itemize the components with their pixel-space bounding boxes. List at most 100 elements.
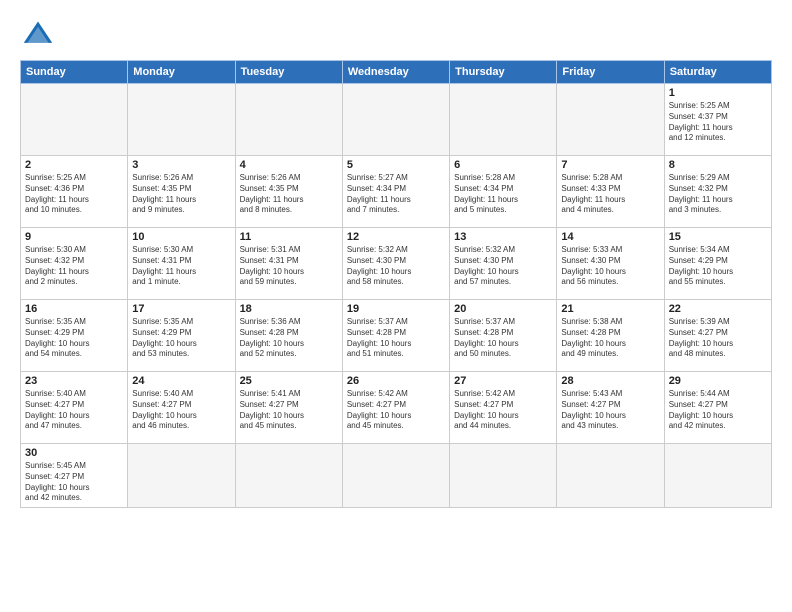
day-number: 16 [25, 303, 123, 315]
day-info: Sunrise: 5:32 AM Sunset: 4:30 PM Dayligh… [347, 245, 445, 288]
calendar-cell: 6Sunrise: 5:28 AM Sunset: 4:34 PM Daylig… [450, 156, 557, 228]
day-number: 20 [454, 303, 552, 315]
calendar-cell: 20 Sunrise: 5:37 AM Sunset: 4:28 PM Dayli… [450, 300, 557, 372]
calendar-cell [342, 84, 449, 156]
day-info: Sunrise: 5:40 AM Sunset: 4:27 PM Dayligh… [25, 389, 123, 432]
logo-icon [22, 18, 54, 50]
calendar-cell: 25 Sunrise: 5:41 AM Sunset: 4:27 PM Dayli… [235, 372, 342, 444]
calendar-cell: 27 Sunrise: 5:42 AM Sunset: 4:27 PM Dayli… [450, 372, 557, 444]
day-info: Sunrise: 5:34 AM Sunset: 4:29 PM Dayligh… [669, 245, 767, 288]
day-number: 11 [240, 231, 338, 243]
day-info: Sunrise: 5:42 AM Sunset: 4:27 PM Dayligh… [347, 389, 445, 432]
day-info: Sunrise: 5:33 AM Sunset: 4:30 PM Dayligh… [561, 245, 659, 288]
day-number: 28 [561, 375, 659, 387]
day-number: 29 [669, 375, 767, 387]
calendar-cell [557, 444, 664, 508]
calendar-cell: 15Sunrise: 5:34 AM Sunset: 4:29 PM Dayli… [664, 228, 771, 300]
calendar-cell: 4 Sunrise: 5:26 AM Sunset: 4:35 PM Daylig… [235, 156, 342, 228]
day-info: Sunrise: 5:25 AM Sunset: 4:36 PM Dayligh… [25, 173, 123, 216]
day-info: Sunrise: 5:43 AM Sunset: 4:27 PM Dayligh… [561, 389, 659, 432]
day-header-wednesday: Wednesday [342, 61, 449, 84]
calendar-cell: 30 Sunrise: 5:45 AM Sunset: 4:27 PM Dayli… [21, 444, 128, 508]
calendar-cell [557, 84, 664, 156]
day-number: 1 [669, 87, 767, 99]
calendar-cell [128, 444, 235, 508]
calendar-cell: 14 Sunrise: 5:33 AM Sunset: 4:30 PM Dayli… [557, 228, 664, 300]
day-header-saturday: Saturday [664, 61, 771, 84]
calendar-cell: 13 Sunrise: 5:32 AM Sunset: 4:30 PM Dayli… [450, 228, 557, 300]
day-number: 18 [240, 303, 338, 315]
calendar-cell: 9Sunrise: 5:30 AM Sunset: 4:32 PM Daylig… [21, 228, 128, 300]
day-info: Sunrise: 5:35 AM Sunset: 4:29 PM Dayligh… [132, 317, 230, 360]
calendar-cell: 21 Sunrise: 5:38 AM Sunset: 4:28 PM Dayli… [557, 300, 664, 372]
day-info: Sunrise: 5:41 AM Sunset: 4:27 PM Dayligh… [240, 389, 338, 432]
day-info: Sunrise: 5:28 AM Sunset: 4:33 PM Dayligh… [561, 173, 659, 216]
calendar-cell: 19 Sunrise: 5:37 AM Sunset: 4:28 PM Dayli… [342, 300, 449, 372]
day-number: 12 [347, 231, 445, 243]
header [20, 18, 772, 50]
calendar-cell [450, 444, 557, 508]
day-number: 2 [25, 159, 123, 171]
calendar-cell: 12 Sunrise: 5:32 AM Sunset: 4:30 PM Dayli… [342, 228, 449, 300]
day-number: 17 [132, 303, 230, 315]
day-info: Sunrise: 5:26 AM Sunset: 4:35 PM Dayligh… [240, 173, 338, 216]
day-info: Sunrise: 5:40 AM Sunset: 4:27 PM Dayligh… [132, 389, 230, 432]
day-info: Sunrise: 5:27 AM Sunset: 4:34 PM Dayligh… [347, 173, 445, 216]
calendar-cell [235, 444, 342, 508]
day-info: Sunrise: 5:35 AM Sunset: 4:29 PM Dayligh… [25, 317, 123, 360]
day-info: Sunrise: 5:38 AM Sunset: 4:28 PM Dayligh… [561, 317, 659, 360]
week-row: 1 Sunrise: 5:25 AM Sunset: 4:37 PM Daylig… [21, 84, 772, 156]
day-info: Sunrise: 5:39 AM Sunset: 4:27 PM Dayligh… [669, 317, 767, 360]
day-info: Sunrise: 5:45 AM Sunset: 4:27 PM Dayligh… [25, 461, 123, 504]
calendar-cell [21, 84, 128, 156]
calendar-header-row: SundayMondayTuesdayWednesdayThursdayFrid… [21, 61, 772, 84]
day-header-tuesday: Tuesday [235, 61, 342, 84]
day-info: Sunrise: 5:32 AM Sunset: 4:30 PM Dayligh… [454, 245, 552, 288]
calendar-cell: 24 Sunrise: 5:40 AM Sunset: 4:27 PM Dayli… [128, 372, 235, 444]
day-number: 5 [347, 159, 445, 171]
calendar-cell: 28 Sunrise: 5:43 AM Sunset: 4:27 PM Dayli… [557, 372, 664, 444]
calendar-cell [128, 84, 235, 156]
week-row: 2 Sunrise: 5:25 AM Sunset: 4:36 PM Daylig… [21, 156, 772, 228]
day-info: Sunrise: 5:42 AM Sunset: 4:27 PM Dayligh… [454, 389, 552, 432]
week-row: 16 Sunrise: 5:35 AM Sunset: 4:29 PM Dayli… [21, 300, 772, 372]
day-info: Sunrise: 5:44 AM Sunset: 4:27 PM Dayligh… [669, 389, 767, 432]
day-number: 26 [347, 375, 445, 387]
day-number: 27 [454, 375, 552, 387]
week-row: 9Sunrise: 5:30 AM Sunset: 4:32 PM Daylig… [21, 228, 772, 300]
logo [20, 18, 54, 50]
day-info: Sunrise: 5:25 AM Sunset: 4:37 PM Dayligh… [669, 101, 767, 144]
day-number: 22 [669, 303, 767, 315]
day-number: 9 [25, 231, 123, 243]
day-number: 24 [132, 375, 230, 387]
day-number: 30 [25, 447, 123, 459]
day-info: Sunrise: 5:26 AM Sunset: 4:35 PM Dayligh… [132, 173, 230, 216]
calendar-cell [235, 84, 342, 156]
calendar-cell: 29 Sunrise: 5:44 AM Sunset: 4:27 PM Dayli… [664, 372, 771, 444]
day-info: Sunrise: 5:30 AM Sunset: 4:31 PM Dayligh… [132, 245, 230, 288]
calendar-cell: 22 Sunrise: 5:39 AM Sunset: 4:27 PM Dayli… [664, 300, 771, 372]
day-header-monday: Monday [128, 61, 235, 84]
day-info: Sunrise: 5:36 AM Sunset: 4:28 PM Dayligh… [240, 317, 338, 360]
day-header-friday: Friday [557, 61, 664, 84]
day-number: 19 [347, 303, 445, 315]
calendar-cell: 7Sunrise: 5:28 AM Sunset: 4:33 PM Daylig… [557, 156, 664, 228]
day-number: 14 [561, 231, 659, 243]
day-number: 4 [240, 159, 338, 171]
day-info: Sunrise: 5:37 AM Sunset: 4:28 PM Dayligh… [347, 317, 445, 360]
calendar-table: SundayMondayTuesdayWednesdayThursdayFrid… [20, 60, 772, 508]
week-row: 30 Sunrise: 5:45 AM Sunset: 4:27 PM Dayli… [21, 444, 772, 508]
day-info: Sunrise: 5:29 AM Sunset: 4:32 PM Dayligh… [669, 173, 767, 216]
calendar-cell: 18 Sunrise: 5:36 AM Sunset: 4:28 PM Dayli… [235, 300, 342, 372]
day-info: Sunrise: 5:37 AM Sunset: 4:28 PM Dayligh… [454, 317, 552, 360]
week-row: 23 Sunrise: 5:40 AM Sunset: 4:27 PM Dayli… [21, 372, 772, 444]
calendar-cell [342, 444, 449, 508]
day-number: 25 [240, 375, 338, 387]
day-number: 21 [561, 303, 659, 315]
day-number: 10 [132, 231, 230, 243]
calendar-cell: 23 Sunrise: 5:40 AM Sunset: 4:27 PM Dayli… [21, 372, 128, 444]
day-header-sunday: Sunday [21, 61, 128, 84]
calendar-cell: 10 Sunrise: 5:30 AM Sunset: 4:31 PM Dayli… [128, 228, 235, 300]
day-number: 23 [25, 375, 123, 387]
day-number: 13 [454, 231, 552, 243]
